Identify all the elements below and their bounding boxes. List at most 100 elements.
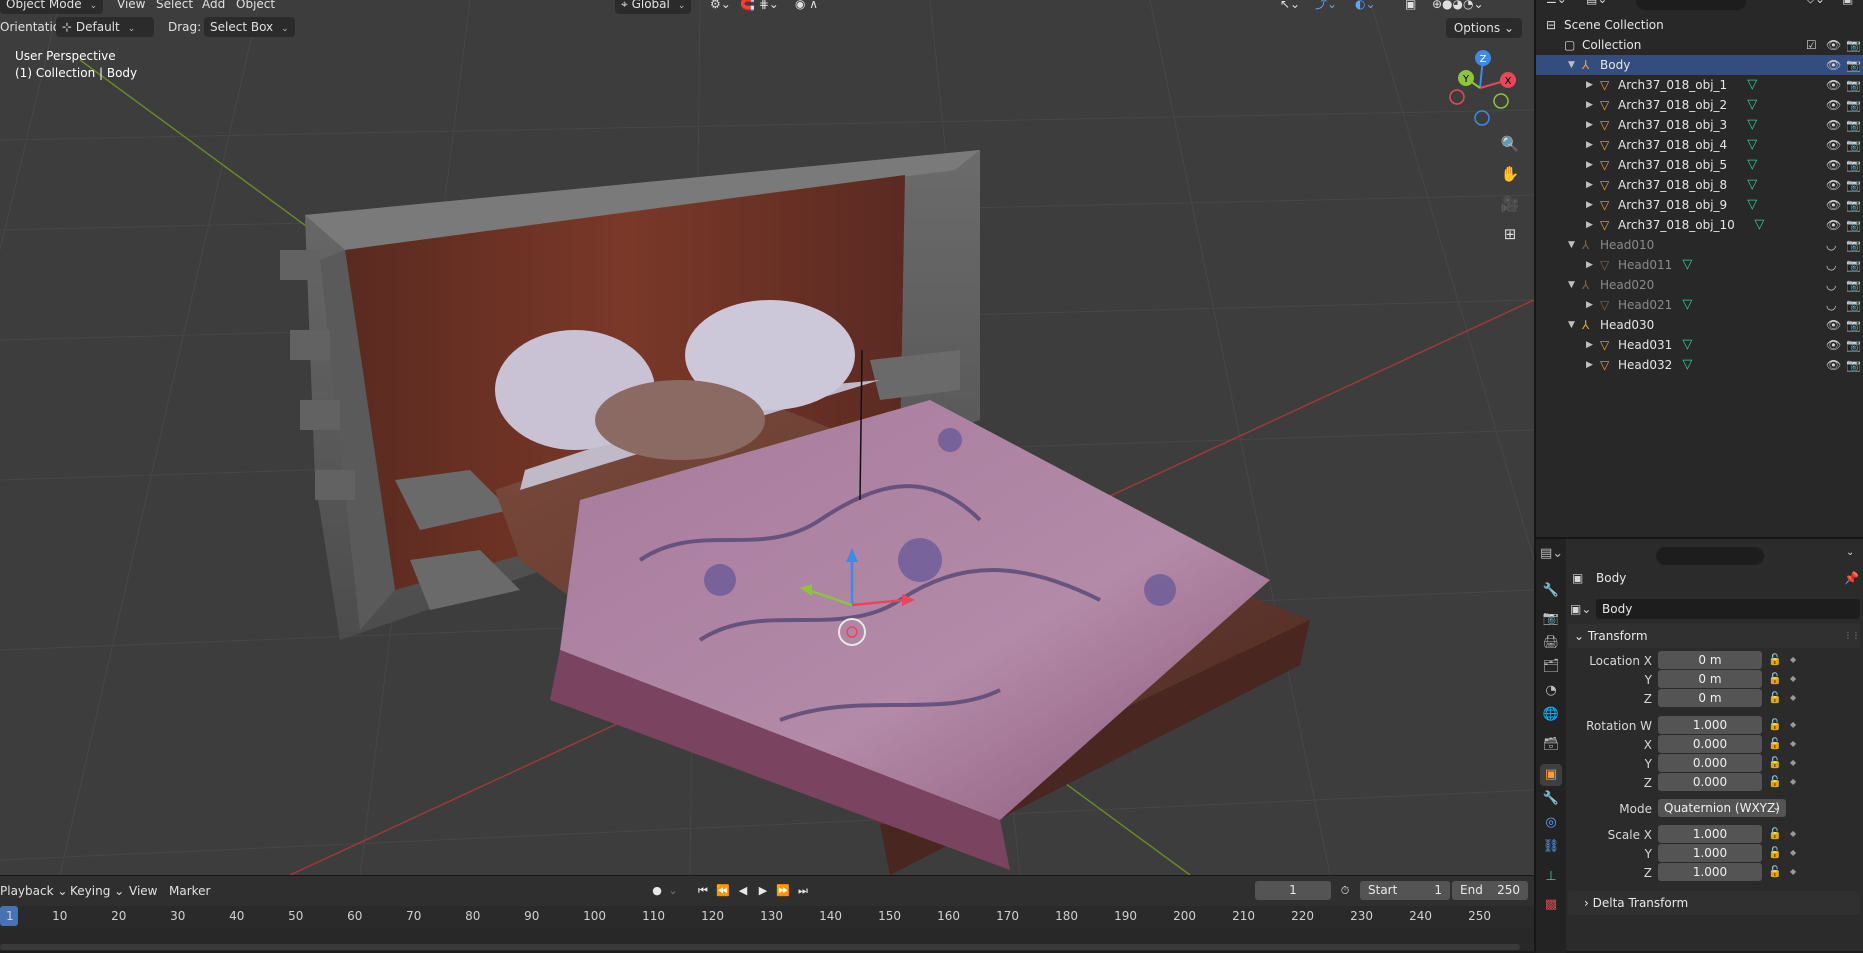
eye-icon[interactable]: 👁 [1826,315,1841,335]
world-tab-icon[interactable]: 🌐 [1540,704,1562,726]
ortho-grid-icon[interactable]: ⊞ [1497,221,1523,247]
render-camera-icon[interactable]: 📷 [1846,215,1861,235]
eye-icon[interactable]: 👁 [1826,35,1841,55]
xray-icon[interactable]: ▣ [1405,0,1416,14]
collapse-arrow-icon[interactable]: ▶ [1586,355,1593,375]
object-tab-icon[interactable]: ▣ [1540,764,1562,786]
outliner-editor-icon[interactable]: ☰⌄ [1546,0,1567,6]
mesh-data-icon[interactable]: ▽ [1747,135,1757,155]
mesh-data-icon[interactable]: ▽ [1682,355,1692,375]
outliner-row[interactable]: ▶ ▽ Head031 ▽ 👁 📷 [1536,335,1863,355]
expand-arrow-icon[interactable]: ▼ [1568,235,1575,255]
scene-tab-icon[interactable]: ◔ [1540,680,1562,702]
keyframe-dot-icon[interactable]: ◆ [1790,758,1796,767]
current-frame-field[interactable]: 1 [1255,881,1331,900]
zoom-icon[interactable]: 🔍 [1497,131,1523,157]
outliner-row[interactable]: ▶ ▽ Head032 ▽ 👁 📷 [1536,355,1863,375]
outliner-row[interactable]: ▶ ▽ Arch37_018_obj_1 ▽ 👁 📷 [1536,75,1863,95]
menu-view[interactable]: View [117,0,145,14]
options-button[interactable]: Options ⌄ [1445,18,1522,38]
properties-search-input[interactable] [1656,547,1764,565]
outliner-row[interactable]: ▶ ▽ Arch37_018_obj_2 ▽ 👁 📷 [1536,95,1863,115]
outliner-row[interactable]: ▼ ⅄ Head010 ◡ 📷 [1536,235,1863,255]
mesh-data-icon[interactable]: ▽ [1754,215,1764,235]
eye-closed-icon[interactable]: ◡ [1826,295,1836,315]
eye-icon[interactable]: 👁 [1826,55,1841,75]
transform-space-dropdown[interactable]: ⌖ Global ⌄ [615,0,692,14]
keyframe-dot-icon[interactable]: ◆ [1790,720,1796,729]
editor-type-icon[interactable]: ▤⌄ [1540,543,1563,565]
mode-dropdown[interactable]: Object Mode ⌄ [0,0,104,14]
pivot-icon[interactable]: ⚙⌄ [710,0,731,14]
collapse-arrow-icon[interactable]: ▶ [1586,175,1593,195]
modifier-tab-icon[interactable]: 🔧 [1540,788,1562,810]
delta-transform-panel-header[interactable]: › Delta Transform [1568,891,1860,915]
eye-icon[interactable]: 👁 [1826,195,1841,215]
mesh-data-icon[interactable]: ▽ [1682,255,1692,275]
collapse-arrow-icon[interactable]: ▶ [1586,295,1593,315]
expand-arrow-icon[interactable]: ▼ [1568,315,1575,335]
mesh-data-icon[interactable]: ▽ [1682,295,1692,315]
camera-icon[interactable]: 🎥 [1497,191,1523,217]
lock-icon[interactable]: 🔓 [1768,691,1782,704]
mesh-data-icon[interactable]: ▽ [1747,75,1757,95]
menu-marker[interactable]: Marker [169,881,210,901]
collapse-arrow-icon[interactable]: ▶ [1586,155,1593,175]
keyframe-dot-icon[interactable]: ◆ [1790,777,1796,786]
collapse-arrow-icon[interactable]: ▶ [1586,95,1593,115]
mesh-data-icon[interactable]: ▽ [1747,95,1757,115]
outliner-row[interactable]: ▢ Collection ☑ 👁 📷 [1536,35,1863,55]
eye-icon[interactable]: 👁 [1826,135,1841,155]
physics-tab-icon[interactable]: ◎ [1540,812,1562,834]
lock-icon[interactable]: 🔓 [1768,672,1782,685]
pin-icon[interactable]: 📌 [1844,571,1859,585]
outliner-row[interactable]: ▶ ▽ Arch37_018_obj_3 ▽ 👁 📷 [1536,115,1863,135]
scale-y-field[interactable]: 1.000 [1658,844,1762,862]
keyframe-dot-icon[interactable]: ◆ [1790,655,1796,664]
transform-panel-header[interactable]: ⌄ Transform [1568,624,1860,648]
expand-arrow-icon[interactable]: ▼ [1568,55,1575,75]
rotation-z-field[interactable]: 0.000 [1658,773,1762,791]
scale-z-field[interactable]: 1.000 [1658,863,1762,881]
view-layer-tab-icon[interactable]: 🗂 [1540,656,1562,678]
keyframe-dot-icon[interactable]: ◆ [1790,674,1796,683]
render-camera-icon[interactable]: 📷 [1846,75,1861,95]
properties-options-icon[interactable]: ⌄ [1846,547,1854,558]
menu-timeline-view[interactable]: View [129,881,157,901]
expand-arrow-icon[interactable]: ▼ [1568,275,1575,295]
outliner[interactable]: ☰⌄ ▤⌄ ⛉⌄ ▣ ⊟ Scene Collection ▢ Collection ☑… [1534,0,1863,537]
eye-icon[interactable]: 👁 [1826,115,1841,135]
lock-icon[interactable]: 🔓 [1768,756,1782,769]
next-keyframe-icon[interactable]: ⏩ [774,881,792,900]
drag-dropdown[interactable]: Select Box ⌄ [204,17,295,37]
outliner-row[interactable]: ▶ ▽ Arch37_018_obj_8 ▽ 👁 📷 [1536,175,1863,195]
keyframe-dot-icon[interactable]: ◆ [1790,739,1796,748]
jump-end-icon[interactable]: ⏭ [794,881,812,900]
3d-viewport[interactable]: Object Mode ⌄ View Select Add Object ⌖ Gl… [0,0,1534,875]
mesh-data-icon[interactable]: ▽ [1682,335,1692,355]
render-camera-icon[interactable]: 📷 [1846,235,1861,255]
lock-icon[interactable]: 🔓 [1768,737,1782,750]
exclude-checkbox[interactable]: ☑ [1806,35,1817,55]
end-frame-field[interactable]: End 250 [1452,881,1528,900]
render-camera-icon[interactable]: 📷 [1846,355,1861,375]
overlay-toggle-icon[interactable]: ◐⌄ [1355,0,1376,14]
outliner-row[interactable]: ▶ ▽ Arch37_018_obj_5 ▽ 👁 📷 [1536,155,1863,175]
object-name-field[interactable]: Body [1596,599,1860,619]
eye-icon[interactable]: 👁 [1826,75,1841,95]
render-camera-icon[interactable]: 📷 [1846,315,1861,335]
orientation-dropdown[interactable]: ⊹ Default ⌄ [56,17,154,37]
keyframe-dot-icon[interactable]: ◆ [1790,867,1796,876]
output-tab-icon[interactable]: 🖨 [1540,632,1562,654]
outliner-row[interactable]: ▶ ▽ Head021 ▽ ◡ 📷 [1536,295,1863,315]
mesh-data-icon[interactable]: ▽ [1747,155,1757,175]
outliner-row[interactable]: ▶ ▽ Arch37_018_obj_4 ▽ 👁 📷 [1536,135,1863,155]
navigation-gizmo[interactable]: Z X Y [1440,48,1520,128]
start-frame-field[interactable]: Start 1 [1360,881,1450,900]
collapse-arrow-icon[interactable]: ▶ [1586,195,1593,215]
render-camera-icon[interactable]: 📷 [1846,175,1861,195]
gizmo-toggle-icon[interactable]: ⤴⌄ [1315,0,1337,14]
eye-icon[interactable]: 👁 [1826,95,1841,115]
mesh-data-icon[interactable]: ▽ [1747,175,1757,195]
render-camera-icon[interactable]: 📷 [1846,295,1861,315]
